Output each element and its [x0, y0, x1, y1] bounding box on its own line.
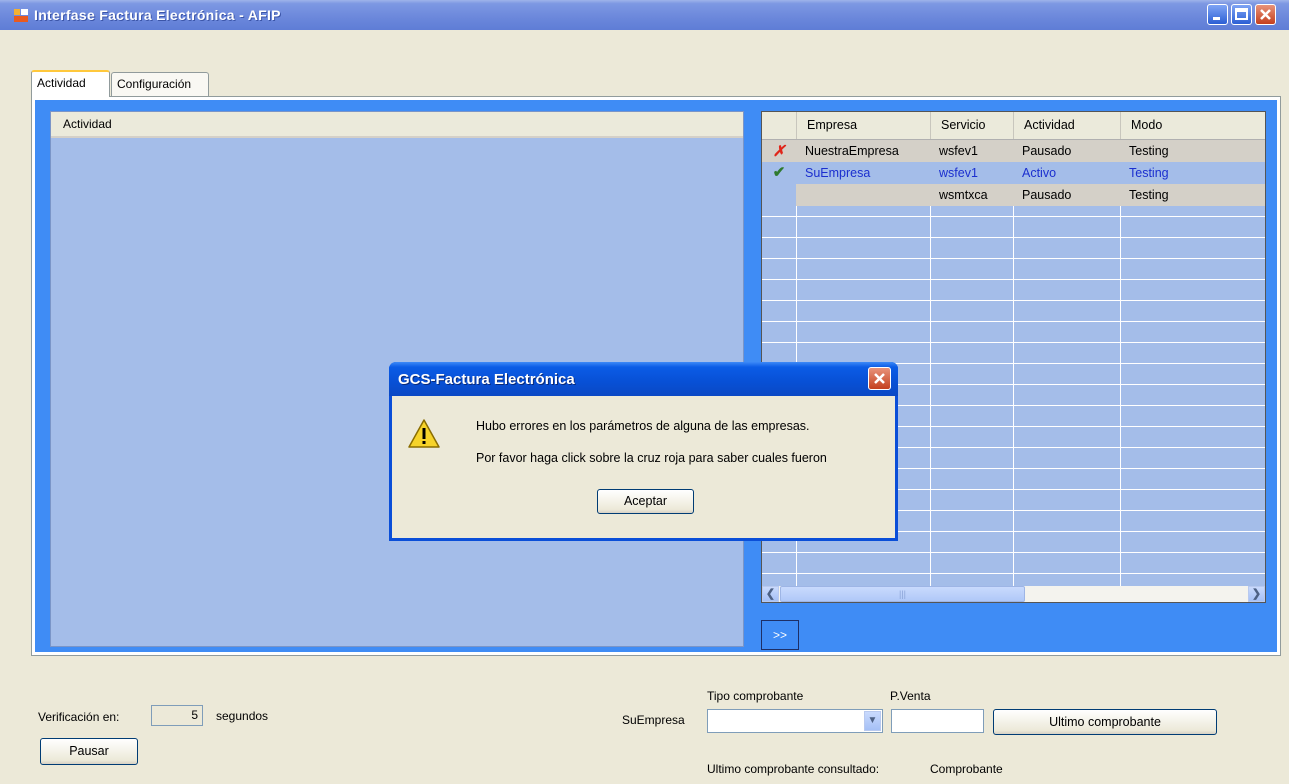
minimize-icon — [1213, 17, 1220, 20]
pventa-label: P.Venta — [890, 689, 931, 703]
cell-actividad[interactable]: Pausado — [1014, 140, 1071, 162]
cell-actividad[interactable]: Activo — [1014, 162, 1056, 184]
tab-actividad[interactable]: Actividad — [31, 70, 110, 97]
chevron-down-icon[interactable]: ▼ — [864, 711, 881, 731]
row-status-empty[interactable] — [762, 184, 796, 206]
maximize-icon — [1235, 8, 1248, 20]
cell-actividad[interactable]: Pausado — [1014, 184, 1071, 206]
cell-empresa[interactable]: NuestraEmpresa — [797, 140, 899, 162]
verificacion-seconds-field[interactable]: 5 — [151, 705, 203, 726]
activity-column-header[interactable]: Actividad — [51, 112, 743, 138]
column-header-modo[interactable]: Modo — [1121, 112, 1265, 139]
scroll-left-icon[interactable]: ❮ — [762, 586, 779, 602]
table-row[interactable]: ✔ SuEmpresa wsfev1 Activo Testing — [762, 162, 1265, 184]
aceptar-button[interactable]: Aceptar — [597, 489, 694, 514]
cell-empresa[interactable] — [797, 184, 805, 206]
grid-header-corner — [762, 112, 797, 139]
tab-configuracion[interactable]: Configuración — [111, 72, 209, 96]
grid-header: Empresa Servicio Actividad Modo — [762, 112, 1265, 140]
pventa-input[interactable] — [891, 709, 984, 733]
maximize-button[interactable] — [1231, 4, 1252, 25]
table-row[interactable]: wsmtxca Pausado Testing — [762, 184, 1265, 206]
pausar-button[interactable]: Pausar — [40, 738, 138, 765]
tipo-comprobante-label: Tipo comprobante — [707, 689, 804, 703]
minimize-button[interactable] — [1207, 4, 1228, 25]
cell-servicio[interactable]: wsfev1 — [931, 162, 978, 184]
dialog-message-line1: Hubo errores en los parámetros de alguna… — [476, 419, 810, 433]
window-title: Interfase Factura Electrónica - AFIP — [34, 7, 281, 23]
cell-modo[interactable]: Testing — [1121, 162, 1169, 184]
dialog-close-button[interactable] — [868, 367, 891, 390]
column-header-servicio[interactable]: Servicio — [931, 112, 1014, 139]
close-icon — [874, 373, 885, 384]
cell-servicio[interactable]: wsmtxca — [931, 184, 988, 206]
cell-empresa[interactable]: SuEmpresa — [797, 162, 870, 184]
message-dialog: GCS-Factura Electrónica Hubo errores en … — [389, 362, 898, 541]
warning-icon — [408, 419, 440, 448]
dialog-title: GCS-Factura Electrónica — [398, 371, 575, 388]
ultimo-comprobante-button[interactable]: Ultimo comprobante — [993, 709, 1217, 735]
close-icon — [1260, 9, 1271, 20]
empresa-label: SuEmpresa — [622, 713, 685, 727]
tipo-comprobante-select[interactable]: ▼ — [707, 709, 883, 733]
dialog-body: Hubo errores en los parámetros de alguna… — [392, 396, 895, 538]
check-icon[interactable]: ✔ — [762, 162, 796, 184]
column-header-actividad[interactable]: Actividad — [1014, 112, 1121, 139]
consultado-value: Comprobante — [930, 762, 1003, 776]
segundos-label: segundos — [216, 709, 269, 723]
scrollbar-thumb[interactable]: ||| — [780, 586, 1025, 602]
scroll-right-icon[interactable]: ❯ — [1248, 586, 1265, 602]
horizontal-scrollbar[interactable]: ❮ ||| ❯ — [762, 586, 1265, 602]
dialog-title-bar[interactable]: GCS-Factura Electrónica — [389, 362, 898, 396]
cell-modo[interactable]: Testing — [1121, 140, 1169, 162]
cell-modo[interactable]: Testing — [1121, 184, 1169, 206]
app-icon — [14, 9, 28, 22]
dialog-message-line2: Por favor haga click sobre la cruz roja … — [476, 451, 827, 465]
column-header-empresa[interactable]: Empresa — [797, 112, 931, 139]
table-row[interactable]: ✗ NuestraEmpresa wsfev1 Pausado Testing — [762, 140, 1265, 162]
expand-button[interactable]: >> — [761, 620, 799, 650]
consultado-label: Ultimo comprobante consultado: — [707, 762, 880, 776]
title-bar[interactable]: Interfase Factura Electrónica - AFIP — [0, 0, 1289, 30]
verificacion-label: Verificación en: — [38, 710, 120, 724]
main-window: Interfase Factura Electrónica - AFIP Act… — [0, 0, 1289, 784]
cell-servicio[interactable]: wsfev1 — [931, 140, 978, 162]
error-cross-icon[interactable]: ✗ — [762, 140, 796, 162]
close-button[interactable] — [1255, 4, 1276, 25]
